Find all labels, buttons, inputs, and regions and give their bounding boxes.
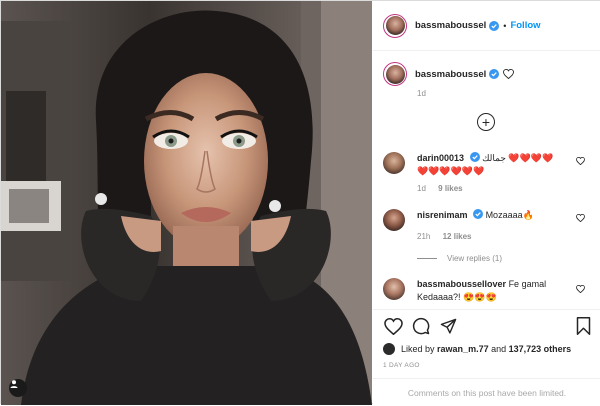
comment-text-2: Kedaaaa?! 😍😍😍 [417,292,497,302]
comment-text: Mozaaaa🔥 [485,210,534,220]
avatar[interactable] [383,278,405,300]
comment-text: Fe gamal [508,279,547,289]
comment-time: 1d [417,184,426,193]
comment-username[interactable]: bassmaboussellover [417,279,506,289]
instagram-post: bassmaboussel • Follow bassmaboussel 1d … [0,0,600,405]
caption-time: 1d [417,89,426,98]
heart-icon[interactable] [576,214,585,222]
heart-icon[interactable] [576,285,585,293]
share-icon [440,318,456,334]
comment-meta: 1d 9 likes [417,184,473,193]
caption: bassmaboussel [383,62,515,86]
comment-button[interactable] [411,316,431,336]
comments-limited-notice: Comments on this post have been limited. [373,378,600,406]
heart-icon[interactable] [576,157,585,165]
comment-username[interactable]: nisrenimam [417,210,468,220]
save-button[interactable] [573,316,593,336]
verified-icon [473,209,484,219]
comment-body: darin00013 جمالك ❤️❤️❤️❤️ ❤️❤️❤️❤️❤️❤️ [417,152,577,178]
comment-likes[interactable]: 9 likes [438,184,462,193]
comment-item: nisrenimam Mozaaaa🔥 21h 12 likes [383,209,593,245]
avatar[interactable] [383,13,407,38]
liked-by: Liked by rawan_m.77 and 137,723 others [383,343,571,355]
avatar[interactable] [383,62,407,86]
heart-icon[interactable] [503,69,515,79]
avatar[interactable] [383,343,395,355]
comment-likes[interactable]: 12 likes [443,232,472,241]
portrait-image [1,1,372,405]
comment-item: darin00013 جمالك ❤️❤️❤️❤️ ❤️❤️❤️❤️❤️❤️ 1… [383,152,593,196]
comment-text-2: ❤️❤️❤️❤️❤️❤️ [417,166,485,176]
liked-by-prefix: Liked by [401,344,435,354]
verified-icon [489,69,500,79]
plus-circle-icon[interactable]: + [477,113,495,131]
heart-icon [383,317,403,335]
header-separator: • [503,20,507,31]
header-username[interactable]: bassmaboussel [415,20,486,31]
comment-meta: 21h 12 likes [417,232,482,241]
caption-username[interactable]: bassmaboussel [415,69,486,80]
view-replies-label: View replies (1) [447,254,502,263]
post-header: bassmaboussel • Follow [373,1,600,51]
post-age: 1 DAY AGO [383,362,420,369]
post-sidebar: bassmaboussel • Follow bassmaboussel 1d … [373,1,600,405]
verified-icon [489,20,500,31]
comment-text: جمالك ❤️❤️❤️❤️ [482,153,554,163]
follow-button[interactable]: Follow [510,20,540,31]
bookmark-icon [576,317,590,335]
comment-body: bassmaboussellover Fe gamal Kedaaaa?! 😍😍… [417,278,577,304]
avatar[interactable] [383,152,405,174]
verified-icon [469,152,480,162]
like-button[interactable] [383,316,403,336]
post-photo[interactable] [1,1,372,405]
action-icons [383,316,593,336]
comment-item: bassmaboussellover Fe gamal Kedaaaa?! 😍😍… [383,278,593,306]
avatar[interactable] [383,209,405,231]
comment-body: nisrenimam Mozaaaa🔥 [417,209,577,222]
tag-person-icon[interactable] [9,379,27,397]
comment-username[interactable]: darin00013 [417,153,464,163]
liked-by-and: and [491,344,507,354]
comment-icon [412,317,430,335]
liked-by-others[interactable]: 137,723 others [509,344,572,354]
share-button[interactable] [438,316,458,336]
liked-by-user[interactable]: rawan_m.77 [437,344,489,354]
view-replies-link[interactable]: View replies (1) [417,254,502,263]
post-actions: Liked by rawan_m.77 and 137,723 others 1… [373,309,600,405]
comment-time: 21h [417,232,431,241]
